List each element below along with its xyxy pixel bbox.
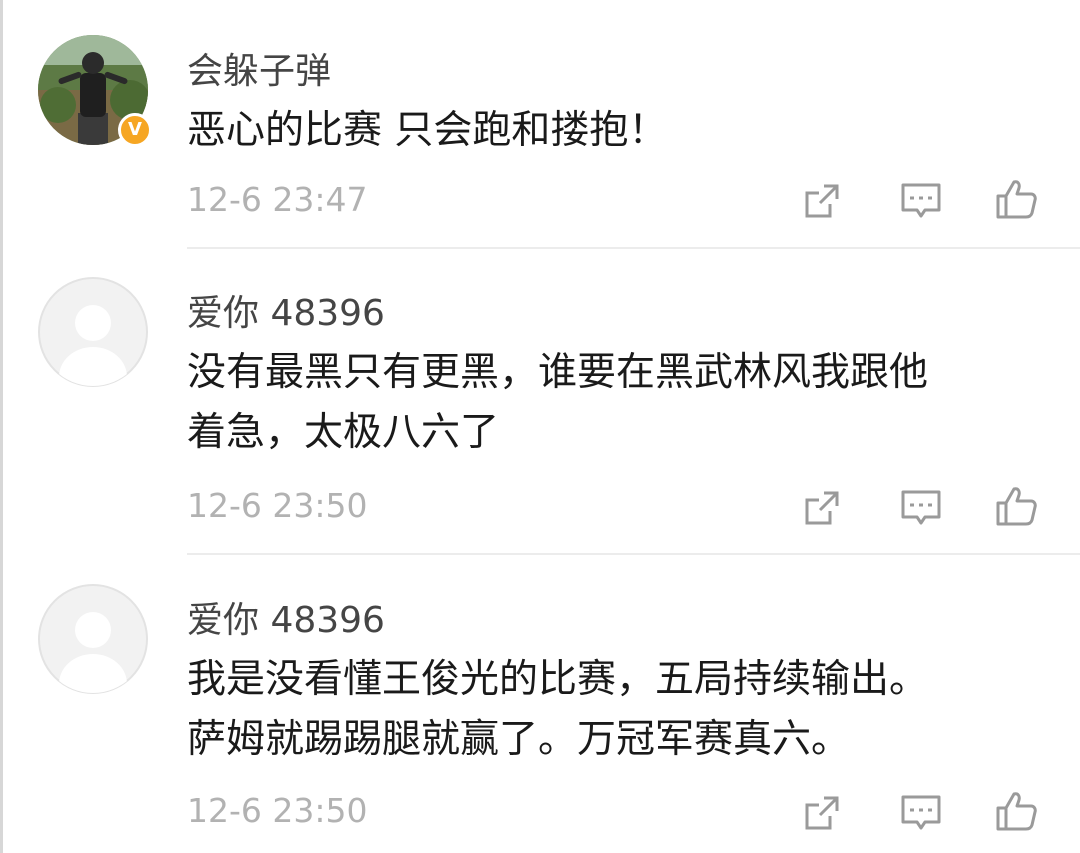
like-button[interactable] [994, 789, 1038, 833]
comment-text: 没有最黑只有更黑，谁要在黑武林风我跟他 着急，太极八六了 [187, 343, 1057, 463]
comment-time: 12-6 23:50 [187, 486, 368, 525]
comment-text: 恶心的比赛 只会跑和搂抱！ [187, 101, 1057, 161]
comment-icon [901, 183, 941, 218]
comment-line: 我是没看懂王俊光的比赛，五局持续输出。 [187, 657, 929, 702]
username[interactable]: 爱你 48396 [187, 591, 385, 643]
like-button[interactable] [994, 484, 1038, 528]
comment-icon [901, 795, 941, 830]
like-button[interactable] [994, 177, 1038, 221]
avatar[interactable]: V [38, 35, 152, 147]
avatar[interactable] [38, 584, 148, 694]
comment-line: 没有最黑只有更黑，谁要在黑武林风我跟他 [187, 350, 929, 395]
avatar[interactable] [38, 277, 148, 387]
share-button[interactable] [800, 791, 844, 835]
window-edge [0, 0, 3, 853]
divider [187, 553, 1080, 555]
thumbs-up-icon [996, 180, 1037, 219]
reply-button[interactable] [899, 486, 943, 530]
thumbs-up-icon [996, 792, 1037, 831]
thumbs-up-icon [996, 487, 1037, 526]
share-icon [805, 796, 839, 830]
comment-time: 12-6 23:47 [187, 180, 368, 219]
reply-button[interactable] [899, 791, 943, 835]
share-icon [805, 184, 839, 218]
default-avatar-icon [38, 584, 148, 694]
comment-time: 12-6 23:50 [187, 791, 368, 830]
username[interactable]: 爱你 48396 [187, 284, 385, 336]
comment-line: 恶心的比赛 只会跑和搂抱！ [187, 108, 668, 153]
verified-badge: V [118, 113, 152, 147]
comment-text: 我是没看懂王俊光的比赛，五局持续输出。 萨姆就踢踢腿就赢了。万冠军赛真六。 [187, 650, 1057, 770]
reply-button[interactable] [899, 179, 943, 223]
comment-icon [901, 490, 941, 525]
comment-line: 萨姆就踢踢腿就赢了。万冠军赛真六。 [187, 717, 851, 762]
comment-line: 着急，太极八六了 [187, 410, 500, 455]
share-button[interactable] [800, 179, 844, 223]
default-avatar-icon [38, 277, 148, 387]
share-button[interactable] [800, 486, 844, 530]
username[interactable]: 会躲子弹 [187, 42, 331, 94]
divider [187, 247, 1080, 249]
share-icon [805, 491, 839, 525]
